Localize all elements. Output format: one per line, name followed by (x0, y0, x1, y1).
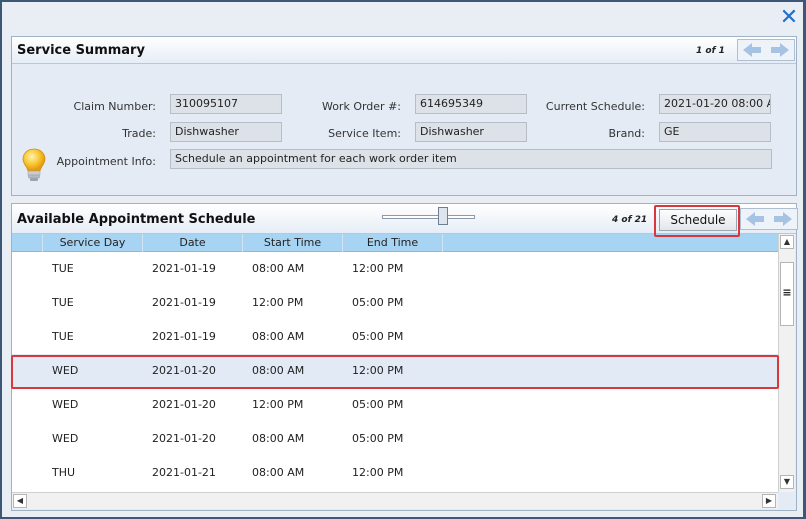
appointment-schedule-title: Available Appointment Schedule (17, 212, 256, 227)
appointment-info-field: Schedule an appointment for each work or… (170, 149, 772, 169)
cell-end-time: 12:00 PM (352, 262, 404, 275)
table-row[interactable]: TUE 2021-01-19 12:00 PM 05:00 PM (12, 286, 778, 320)
service-item-label: Service Item: (328, 127, 401, 140)
horizontal-scrollbar[interactable]: ◀ ▶ (12, 492, 778, 509)
table-row[interactable]: TUE 2021-01-19 08:00 AM 05:00 PM (12, 320, 778, 354)
cell-start-time: 12:00 PM (252, 296, 304, 309)
service-summary-header: Service Summary 1 of 1 (12, 37, 796, 64)
cell-end-time: 05:00 PM (352, 296, 404, 309)
cell-service-day: TUE (52, 330, 74, 343)
scroll-left-icon[interactable]: ◀ (13, 494, 27, 508)
current-schedule-label: Current Schedule: (545, 100, 645, 113)
cell-start-time: 08:00 AM (252, 262, 305, 275)
arrow-right-icon[interactable] (774, 212, 792, 226)
claim-number-field: 310095107 (170, 94, 282, 114)
appointment-schedule-header: Available Appointment Schedule 4 of 21 S… (12, 204, 798, 234)
cell-service-day: TUE (52, 296, 74, 309)
cell-start-time: 08:00 AM (252, 432, 305, 445)
brand-label: Brand: (608, 127, 645, 140)
cell-service-day: TUE (52, 262, 74, 275)
service-summary-panel: Service Summary 1 of 1 (11, 36, 797, 196)
column-header-date[interactable]: Date (143, 234, 243, 252)
table-row[interactable]: TUE 2021-01-19 08:00 AM 12:00 PM (12, 252, 778, 286)
work-order-label: Work Order #: (321, 100, 401, 113)
cell-date: 2021-01-20 (152, 398, 216, 411)
claim-number-label: Claim Number: (73, 100, 156, 113)
current-schedule-field: 2021-01-20 08:00 AM (659, 94, 771, 114)
cell-date: 2021-01-19 (152, 296, 216, 309)
service-summary-nav (737, 39, 795, 61)
service-item-field: Dishwasher (415, 122, 527, 142)
column-header-indicator (12, 234, 43, 252)
cell-start-time: 12:00 PM (252, 398, 304, 411)
close-icon[interactable]: ✕ (778, 7, 800, 30)
table-row-selected[interactable]: WED 2021-01-20 08:00 AM 12:00 PM (12, 354, 778, 388)
appointment-schedule-panel: Available Appointment Schedule 4 of 21 S… (11, 203, 798, 511)
cell-service-day: THU (52, 466, 76, 479)
cell-date: 2021-01-19 (152, 330, 216, 343)
scroll-down-icon[interactable]: ▼ (780, 475, 794, 489)
arrow-left-icon[interactable] (743, 43, 761, 57)
work-order-field: 614695349 (415, 94, 527, 114)
column-header-end-time[interactable]: End Time (343, 234, 443, 252)
cell-date: 2021-01-20 (152, 364, 216, 377)
cell-end-time: 12:00 PM (352, 364, 404, 377)
arrow-left-icon[interactable] (746, 212, 764, 226)
cell-start-time: 08:00 AM (252, 330, 305, 343)
cell-start-time: 08:00 AM (252, 466, 305, 479)
cell-date: 2021-01-21 (152, 466, 216, 479)
schedule-grid-header: Service Day Date Start Time End Time (12, 234, 778, 252)
brand-field: GE (659, 122, 771, 142)
service-summary-pager: 1 of 1 (696, 46, 725, 56)
arrow-right-icon[interactable] (771, 43, 789, 57)
trade-label: Trade: (122, 127, 156, 140)
scroll-thumb[interactable]: ≡ (780, 262, 794, 326)
cell-end-time: 12:00 PM (352, 466, 404, 479)
vertical-scrollbar[interactable]: ▲ ≡ ▼ (778, 234, 795, 492)
cell-date: 2021-01-20 (152, 432, 216, 445)
table-row[interactable]: WED 2021-01-20 12:00 PM 05:00 PM (12, 388, 778, 422)
schedule-nav (740, 208, 798, 230)
table-row[interactable]: WED 2021-01-20 08:00 AM 05:00 PM (12, 422, 778, 456)
cell-service-day: WED (52, 364, 79, 377)
cell-end-time: 05:00 PM (352, 398, 404, 411)
appointment-info-label: Appointment Info: (56, 155, 156, 168)
cell-date: 2021-01-19 (152, 262, 216, 275)
cell-service-day: WED (52, 432, 79, 445)
table-row[interactable]: THU 2021-01-21 08:00 AM 12:00 PM (12, 456, 778, 490)
scroll-up-icon[interactable]: ▲ (780, 235, 794, 249)
zoom-slider-track[interactable] (382, 215, 475, 219)
cell-service-day: WED (52, 398, 79, 411)
scroll-right-icon[interactable]: ▶ (762, 494, 776, 508)
schedule-button[interactable]: Schedule (659, 209, 737, 231)
dialog-window: ✕ Service Summary 1 of 1 Claim Number: 3… (0, 0, 806, 519)
cell-end-time: 05:00 PM (352, 432, 404, 445)
service-summary-title: Service Summary (17, 43, 145, 58)
trade-field: Dishwasher (170, 122, 282, 142)
schedule-grid-body: TUE 2021-01-19 08:00 AM 12:00 PM TUE 202… (12, 252, 778, 492)
column-header-service-day[interactable]: Service Day (43, 234, 143, 252)
column-header-start-time[interactable]: Start Time (243, 234, 343, 252)
schedule-pager: 4 of 21 (612, 215, 648, 225)
zoom-slider-thumb[interactable] (438, 207, 448, 225)
cell-end-time: 05:00 PM (352, 330, 404, 343)
cell-start-time: 08:00 AM (252, 364, 305, 377)
